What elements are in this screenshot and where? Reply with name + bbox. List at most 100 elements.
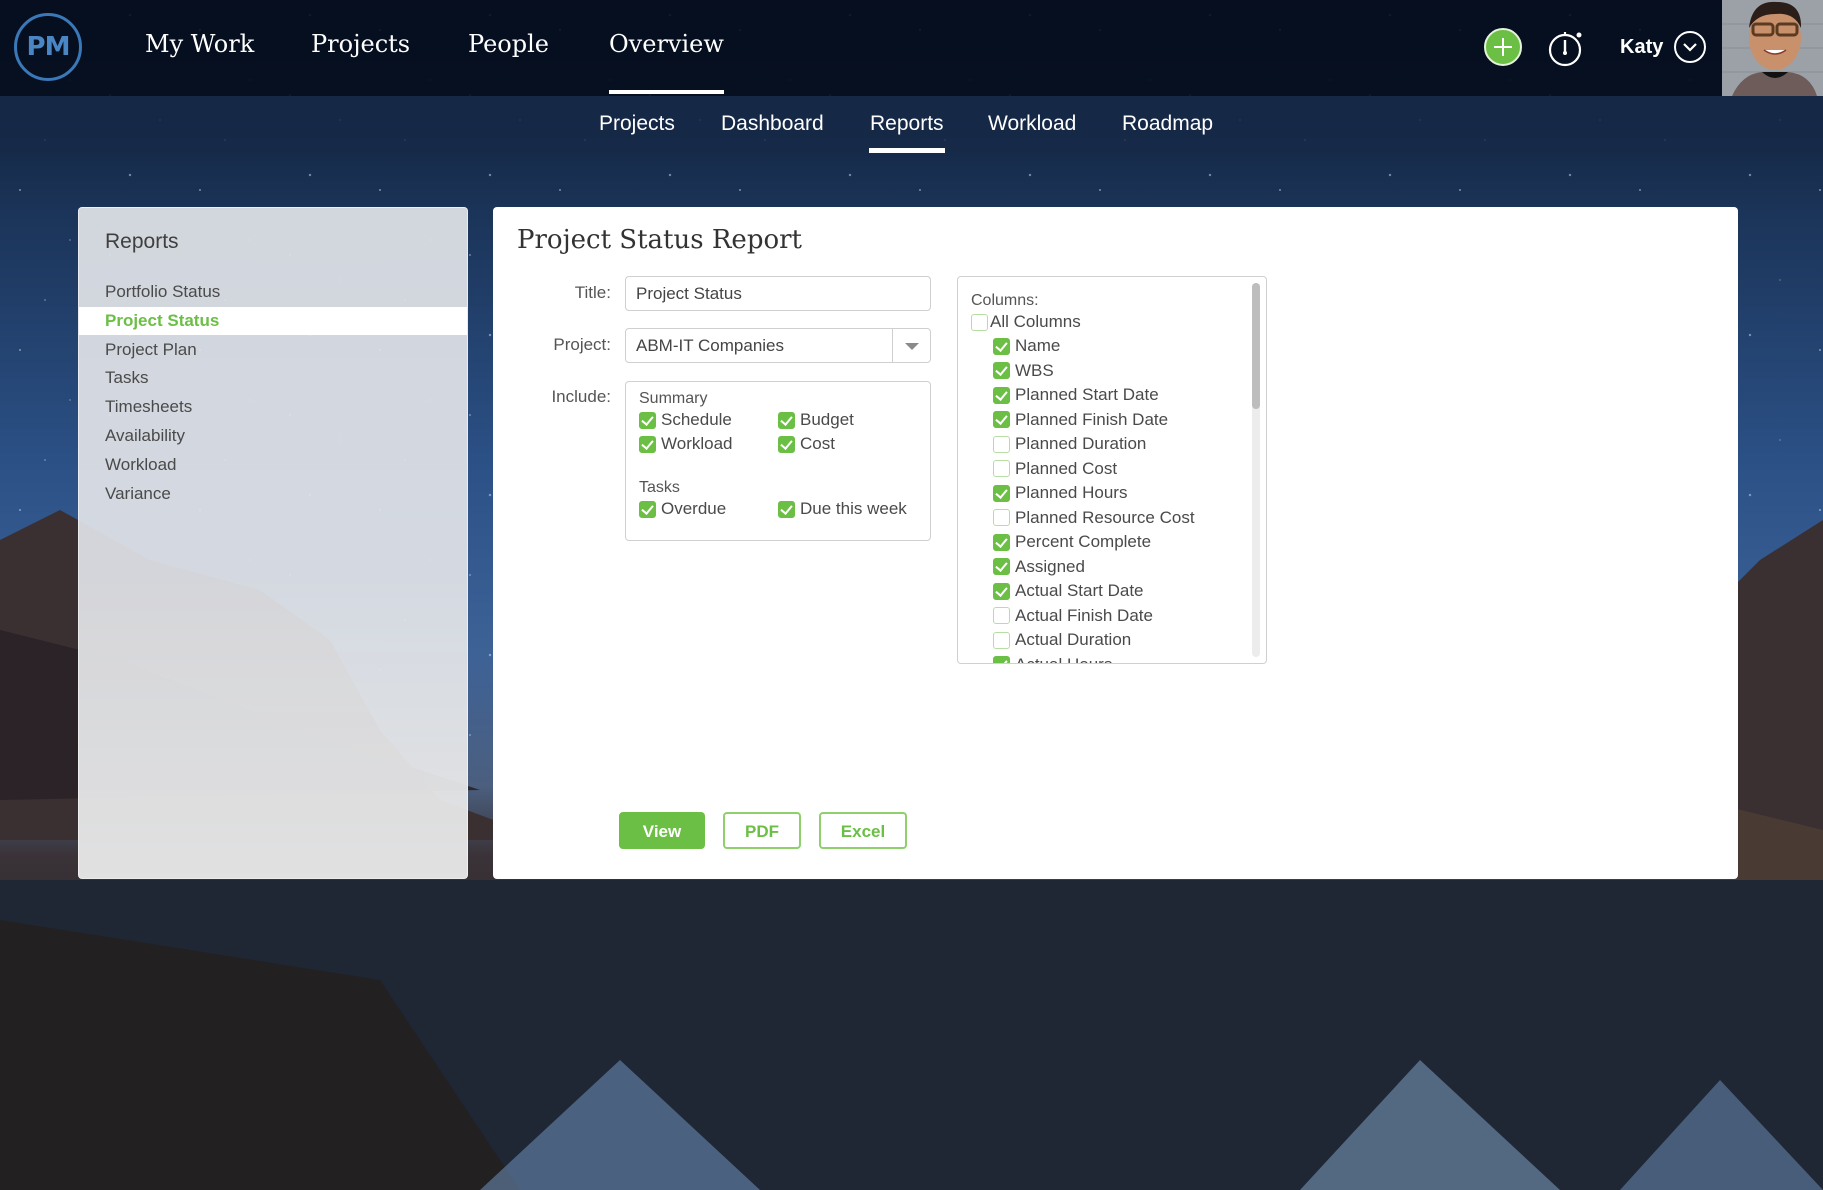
nav-projects[interactable]: Projects [311, 30, 410, 58]
plus-circle-icon[interactable] [1484, 28, 1522, 66]
summary-budget-checkbox[interactable]: Budget [778, 410, 854, 430]
checkbox-icon[interactable] [993, 582, 1010, 600]
checkbox-label: Name [1015, 336, 1061, 355]
project-select[interactable]: ABM-IT Companies [625, 328, 931, 363]
checkbox-icon[interactable] [993, 484, 1010, 502]
tasks-overdue-checkbox[interactable]: Overdue [639, 499, 726, 519]
column-checkbox[interactable]: Name [993, 336, 1060, 356]
checkbox-label: Percent Complete [1015, 532, 1152, 551]
sidebar-item-tasks[interactable]: Tasks [79, 364, 467, 392]
columns-scrollbar[interactable] [1252, 283, 1260, 657]
all-columns-checkbox[interactable]: All Columns [971, 312, 1081, 332]
checkbox-label: Planned Cost [1015, 458, 1118, 478]
sidebar-title: Reports [105, 230, 179, 253]
user-name[interactable]: Katy [1620, 36, 1663, 59]
checkbox-label: Schedule [661, 410, 732, 429]
sidebar-item-availability[interactable]: Availability [79, 422, 467, 450]
top-navigation-bar: PM My Work Projects People Overview Katy [0, 0, 1823, 96]
checkbox-label: Actual Start Date [1015, 581, 1144, 600]
column-checkbox[interactable]: Percent Complete [993, 532, 1151, 552]
summary-group-title: Summary [639, 390, 708, 407]
checkbox-label: Workload [661, 434, 733, 453]
pdf-button[interactable]: PDF [723, 812, 801, 849]
page-title: Project Status Report [517, 225, 802, 255]
column-checkbox[interactable]: WBS [993, 361, 1054, 381]
chevron-down-circle-icon[interactable] [1674, 31, 1706, 63]
sidebar-item-timesheets[interactable]: Timesheets [79, 393, 467, 421]
nav-people[interactable]: People [468, 30, 549, 58]
checkbox-icon[interactable] [993, 362, 1010, 379]
checkbox-icon[interactable] [971, 313, 988, 331]
checkbox-icon[interactable] [993, 533, 1010, 551]
checkbox-icon[interactable] [993, 435, 1010, 453]
title-input[interactable]: Project Status [625, 276, 931, 311]
columns-title: Columns: [971, 292, 1039, 309]
checkbox-label: Planned Hours [1015, 483, 1128, 502]
nav-overview[interactable]: Overview [609, 30, 724, 94]
sub-navigation-bar: Projects Dashboard Reports Workload Road… [0, 96, 1823, 157]
column-checkbox[interactable]: Planned Resource Cost [993, 508, 1195, 528]
include-label: Include: [551, 387, 611, 406]
checkbox-label: Planned Duration [1015, 434, 1147, 453]
checkbox-icon[interactable] [993, 337, 1010, 355]
sidebar-item-project-status[interactable]: Project Status [79, 307, 467, 335]
checkbox-icon[interactable] [993, 386, 1010, 404]
subnav-roadmap[interactable]: Roadmap [1122, 112, 1213, 136]
summary-schedule-checkbox[interactable]: Schedule [639, 410, 732, 430]
subnav-workload[interactable]: Workload [988, 112, 1076, 136]
checkbox-icon[interactable] [639, 500, 656, 518]
sidebar-item-variance[interactable]: Variance [79, 480, 467, 508]
checkbox-icon[interactable] [993, 656, 1010, 663]
checkbox-icon[interactable] [778, 435, 795, 453]
checkbox-icon[interactable] [778, 500, 795, 518]
checkbox-icon[interactable] [993, 411, 1010, 428]
column-checkbox[interactable]: Assigned [993, 557, 1085, 577]
subnav-projects[interactable]: Projects [599, 112, 675, 136]
subnav-dashboard[interactable]: Dashboard [721, 112, 824, 136]
column-checkbox[interactable]: Actual Start Date [993, 581, 1144, 601]
summary-workload-checkbox[interactable]: Workload [639, 434, 733, 454]
checkbox-label: Planned Resource Cost [1015, 507, 1195, 527]
sidebar-item-portfolio-status[interactable]: Portfolio Status [79, 278, 467, 306]
checkbox-label: Planned Start Date [1015, 385, 1159, 404]
column-checkbox[interactable]: Actual Finish Date [993, 606, 1153, 626]
dropdown-arrow-icon[interactable] [892, 329, 930, 362]
subnav-reports[interactable]: Reports [869, 112, 945, 153]
title-input-value: Project Status [636, 284, 742, 303]
column-checkbox[interactable]: Planned Duration [993, 434, 1146, 454]
checkbox-icon[interactable] [993, 558, 1010, 575]
checkbox-icon[interactable] [993, 460, 1010, 477]
checkbox-icon[interactable] [993, 631, 1010, 649]
sidebar-item-project-plan[interactable]: Project Plan [79, 336, 467, 364]
checkbox-icon[interactable] [639, 435, 656, 453]
reports-sidebar: Reports Portfolio Status Project Status … [78, 207, 468, 879]
checkbox-icon[interactable] [993, 607, 1010, 624]
checkbox-label: Overdue [661, 499, 727, 518]
include-options-box: Summary Schedule Budget Workload Cost Ta… [625, 381, 931, 541]
column-checkbox[interactable]: Planned Finish Date [993, 410, 1168, 430]
checkbox-icon[interactable] [639, 411, 656, 429]
checkbox-label: WBS [1015, 360, 1054, 380]
stopwatch-icon[interactable] [1545, 26, 1585, 68]
column-checkbox[interactable]: Planned Start Date [993, 385, 1159, 405]
project-select-value: ABM-IT Companies [636, 336, 785, 355]
excel-button[interactable]: Excel [819, 812, 907, 849]
checkbox-icon[interactable] [993, 509, 1010, 526]
scrollbar-thumb[interactable] [1252, 283, 1260, 409]
column-checkbox[interactable]: Actual Hours [993, 655, 1112, 663]
avatar[interactable] [1722, 0, 1823, 96]
tasks-due-this-week-checkbox[interactable]: Due this week [778, 499, 907, 519]
column-checkbox[interactable]: Planned Cost [993, 459, 1117, 479]
sidebar-item-workload[interactable]: Workload [79, 451, 467, 479]
column-checkbox[interactable]: Planned Hours [993, 483, 1127, 503]
checkbox-label: Actual Duration [1015, 630, 1132, 649]
checkbox-label: Actual Finish Date [1015, 605, 1153, 625]
nav-my-work[interactable]: My Work [145, 30, 254, 58]
view-button[interactable]: View [619, 812, 705, 849]
checkbox-icon[interactable] [778, 411, 795, 429]
logo[interactable]: PM [14, 13, 82, 81]
columns-list[interactable]: Columns: All Columns Name WBS Planned Star… [957, 276, 1267, 664]
summary-cost-checkbox[interactable]: Cost [778, 434, 835, 454]
checkbox-label: Due this week [800, 499, 907, 518]
column-checkbox[interactable]: Actual Duration [993, 630, 1131, 650]
